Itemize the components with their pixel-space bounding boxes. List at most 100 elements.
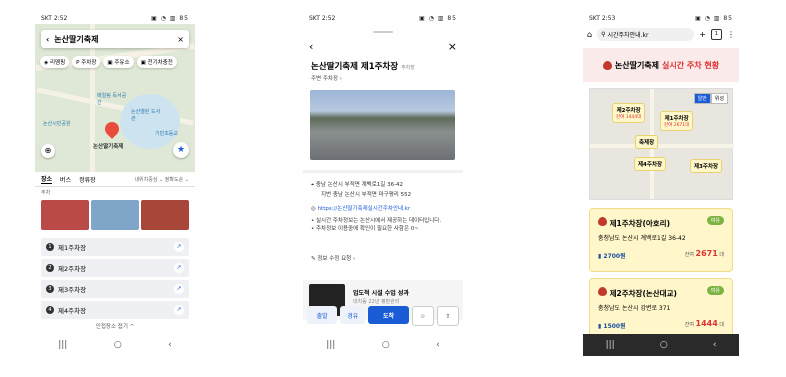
current-location-icon[interactable]: ⊕ <box>41 144 55 158</box>
phone-map-search: SKT 2:52 ▣ ◔ ▥ 85 논산시민공원 매일림 독서공간 논산열린 도… <box>35 12 195 356</box>
back-icon[interactable]: ‹ <box>713 340 717 350</box>
map-marker[interactable]: 제3주차장 <box>690 159 723 173</box>
save-star-icon[interactable]: ☆ <box>411 306 434 326</box>
tab-count-button[interactable]: 1 <box>711 28 722 40</box>
item-number: 3 <box>46 285 54 293</box>
status-badge: 여유 <box>706 286 724 295</box>
close-icon[interactable]: × <box>177 35 184 44</box>
map-satellite-button[interactable]: 위성 <box>710 93 728 104</box>
list-item[interactable]: 1 제1주차장 ↗ <box>41 238 189 256</box>
lot-name-text: 제2주차장(논산대교) <box>609 289 677 298</box>
address-text: 충남 논산시 부적면 계백로1길 36-42 <box>315 182 404 188</box>
status-time: SKT 2:52 <box>41 14 68 22</box>
map-label: 논산열린 도서관 <box>131 109 161 122</box>
tab-bus[interactable]: 버스 <box>60 175 71 184</box>
item-number: 1 <box>46 243 54 251</box>
map-marker[interactable]: 제2주차장 잔여 1444대 <box>612 103 646 123</box>
strawberry-icon <box>602 60 612 70</box>
location-pin-icon[interactable] <box>102 119 122 139</box>
parking-map[interactable]: 일반 위성 제2주차장 잔여 1444대 제1주차장 잔여 2671대 축제장 … <box>589 88 734 200</box>
home-icon[interactable]: ○ <box>114 340 122 350</box>
marker-name: 제3주차장 <box>694 164 719 170</box>
item-label: 제4주차장 <box>58 307 87 315</box>
category-label: 주차 <box>41 190 51 196</box>
url-text: 시간주차안내.kr <box>607 31 649 39</box>
map-normal-button[interactable]: 일반 <box>693 93 711 104</box>
directions-icon[interactable]: ↗ <box>174 242 184 252</box>
item-label: 제2주차장 <box>58 265 87 273</box>
sort-dropdown[interactable]: 내위치중심 ⌄ 정확도순 ⌄ <box>134 176 189 183</box>
chip-ev[interactable]: ▣ 전기차충전 <box>136 56 177 68</box>
item-number: 2 <box>46 264 54 272</box>
filter-chips: ◈ 리멤핑 P 주차장 ▣ 주유소 ▣ 전기차충전 <box>40 56 177 68</box>
avail-count: 1444 <box>695 319 718 328</box>
map-label: 기빈초등교 <box>155 131 179 137</box>
lot-availability: 잔여 2671 대 <box>685 249 724 258</box>
status-bar: SKT 2:52 ▣ ◔ ▥ 85 <box>303 12 463 24</box>
tab-place[interactable]: 장소 <box>41 174 53 184</box>
map-marker[interactable]: 제1주차장 잔여 2671대 <box>660 111 694 131</box>
tab-stop[interactable]: 정류장 <box>79 175 96 184</box>
place-name: 논산딸기축제 제1주차장 <box>311 62 399 72</box>
waypoint-button[interactable]: 경유 <box>340 306 366 324</box>
directions-icon[interactable]: ↗ <box>174 263 184 273</box>
parking-list: 1 제1주차장 ↗ 2 제2주차장 ↗ 3 제3주차장 ↗ 4 제4주차장 ↗ <box>41 238 189 322</box>
new-tab-icon[interactable]: + <box>699 30 706 39</box>
avail-label: 잔여 <box>684 322 694 328</box>
notice-line: • 주차정보 이용중에 확인이 필요한 사항은 0~ <box>311 226 419 232</box>
parking-lot-card[interactable]: 제1주차장(아호리) 여유 충청남도 논산시 계백로1길 36-42 ▮ 270… <box>589 208 733 272</box>
detail-nav: ‹ × <box>309 40 457 53</box>
list-item[interactable]: 2 제2주차장 ↗ <box>41 259 189 277</box>
directions-icon[interactable]: ↗ <box>174 305 184 315</box>
back-arrow-icon[interactable]: ‹ <box>309 40 313 53</box>
search-query[interactable]: 논산딸기축제 <box>54 34 98 45</box>
depart-button[interactable]: 출발 <box>307 306 338 324</box>
share-icon[interactable]: ⇧ <box>436 306 459 326</box>
status-bar: SKT 2:53 ▣ ◔ ▥ 85 <box>583 12 739 24</box>
jibun-address: 지번 충남 논산시 부적면 마구평리 552 <box>321 192 412 198</box>
list-item[interactable]: 3 제3주차장 ↗ <box>41 280 189 298</box>
fee-text: 2700원 <box>603 253 626 260</box>
back-arrow-icon[interactable]: ‹ <box>46 35 49 44</box>
recent-apps-icon[interactable]: ||| <box>606 340 615 350</box>
nearby-link[interactable]: 주변 주차장 › <box>311 74 342 82</box>
map-label: 매일림 독서공간 <box>97 93 127 106</box>
directions-icon[interactable]: ↗ <box>174 284 184 294</box>
map-marker[interactable]: 축제장 <box>635 135 659 149</box>
home-icon[interactable]: ⌂ <box>587 30 592 39</box>
menu-icon[interactable]: ⋮ <box>727 30 735 39</box>
action-bar: 출발 경유 도착 ☆ ⇧ <box>307 306 459 326</box>
chip-reminder[interactable]: ◈ 리멤핑 <box>40 56 70 68</box>
recent-apps-icon[interactable]: ||| <box>58 340 67 350</box>
parking-lot-card[interactable]: 제2주차장(논산대교) 여유 충청남도 논산시 강변로 371 ▮ 1500원 … <box>589 278 733 342</box>
search-bar[interactable]: ‹ 논산딸기축제 × <box>41 30 189 48</box>
status-time: SKT 2:52 <box>309 14 336 22</box>
chip-gas[interactable]: ▣ 주유소 <box>103 56 134 68</box>
lot-name: 제1주차장(아호리) <box>598 217 670 229</box>
item-number: 4 <box>46 306 54 314</box>
collapse-button[interactable]: 인접장소 접기 ^ <box>35 322 195 330</box>
home-icon[interactable]: ○ <box>660 340 668 350</box>
place-photo[interactable] <box>310 90 455 160</box>
map-marker[interactable]: 제4주차장 <box>634 157 667 171</box>
back-icon[interactable]: ‹ <box>436 340 440 350</box>
sheet-handle[interactable] <box>373 31 393 33</box>
home-icon[interactable]: ○ <box>382 340 390 350</box>
lot-address: 충청남도 논산시 계백로1길 36-42 <box>598 235 686 242</box>
site-info-icon[interactable]: ⚲ <box>601 31 605 38</box>
edit-request-link[interactable]: ✎ 정보 수정 요청 › <box>311 254 455 262</box>
url-bar[interactable]: ⚲ 시간주차안내.kr <box>597 27 695 41</box>
avail-count: 2671 <box>695 249 718 258</box>
lot-address: 충청남도 논산시 강변로 371 <box>598 305 671 312</box>
lot-fee: ▮ 1500원 <box>598 323 626 330</box>
homepage-link[interactable]: https://논산딸기축제실시간주차안내.kr <box>318 206 411 212</box>
chip-parking[interactable]: P 주차장 <box>72 56 101 68</box>
back-icon[interactable]: ‹ <box>168 340 172 350</box>
photo-strip[interactable] <box>41 200 189 230</box>
close-icon[interactable]: × <box>448 40 457 53</box>
favorite-star-icon[interactable]: ★ <box>173 142 189 158</box>
arrive-button[interactable]: 도착 <box>368 306 409 324</box>
recent-apps-icon[interactable]: ||| <box>326 340 335 350</box>
avail-unit: 대 <box>719 252 724 258</box>
list-item[interactable]: 4 제4주차장 ↗ <box>41 301 189 319</box>
